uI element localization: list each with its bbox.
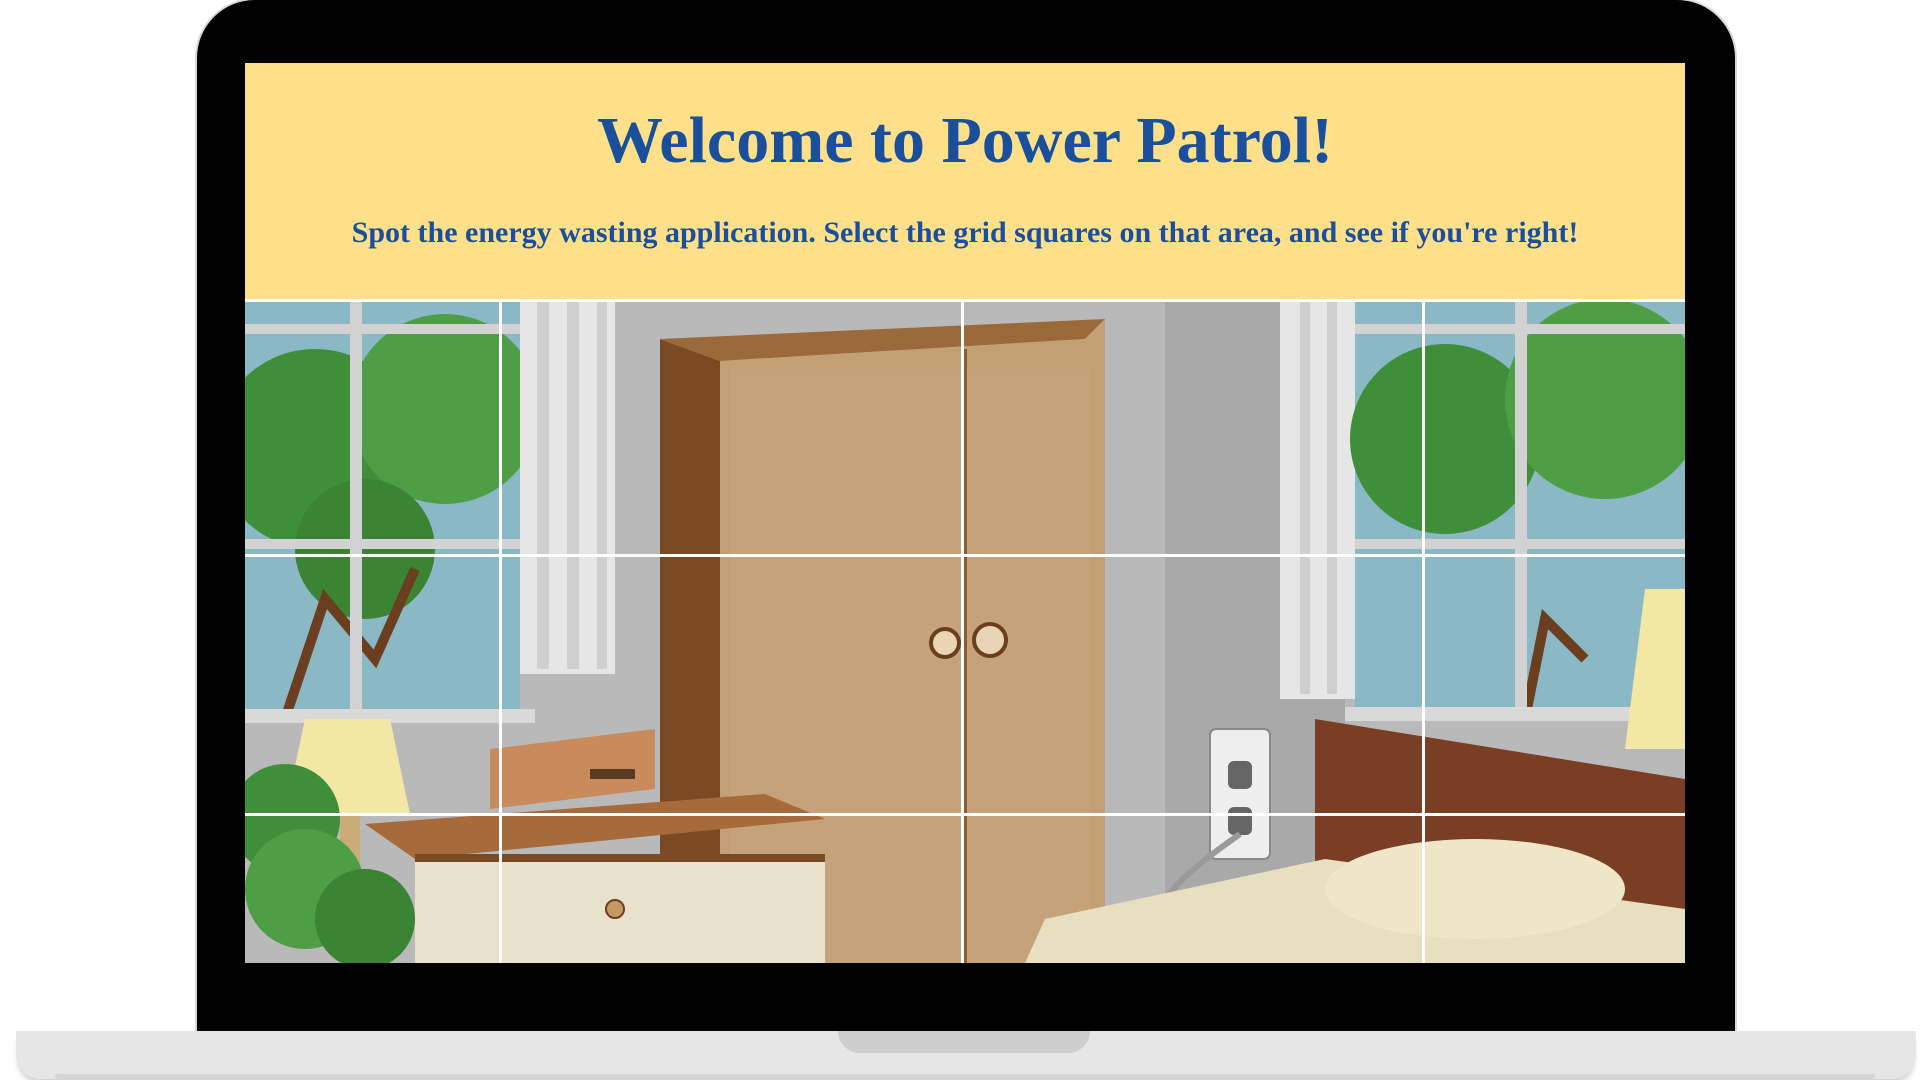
- grid-cell-r3c3[interactable]: [964, 816, 1425, 963]
- grid-cell-r1c2[interactable]: [502, 299, 964, 557]
- selection-grid: [245, 299, 1685, 963]
- page-title: Welcome to Power Patrol!: [596, 104, 1334, 177]
- grid-cell-r3c2[interactable]: [502, 816, 964, 963]
- grid-cell-r1c4[interactable]: [1425, 299, 1685, 557]
- laptop-notch: [838, 1031, 1090, 1053]
- grid-cell-r2c2[interactable]: [502, 557, 964, 816]
- grid-cell-r2c3[interactable]: [964, 557, 1425, 816]
- header: Welcome to Power Patrol! Spot the energy…: [245, 63, 1685, 299]
- bedroom-scene: [245, 299, 1685, 963]
- laptop-base-shadow: [55, 1074, 1875, 1080]
- grid-cell-r3c1[interactable]: [245, 816, 502, 963]
- grid-cell-r2c4[interactable]: [1425, 557, 1685, 816]
- grid-cell-r2c1[interactable]: [245, 557, 502, 816]
- page-subtitle: Spot the energy wasting application. Sel…: [351, 216, 1579, 249]
- grid-cell-r3c4[interactable]: [1425, 816, 1685, 963]
- grid-cell-r1c1[interactable]: [245, 299, 502, 557]
- app-screen: Welcome to Power Patrol! Spot the energy…: [245, 63, 1685, 963]
- grid-cell-r1c3[interactable]: [964, 299, 1425, 557]
